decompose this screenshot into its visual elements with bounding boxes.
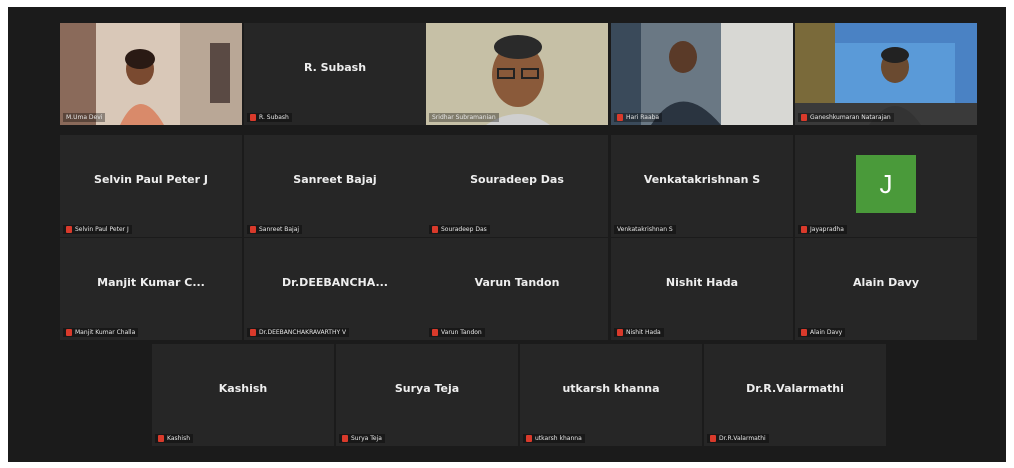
participant-label-text: Dr.R.Valarmathi	[719, 435, 766, 442]
muted-mic-icon	[158, 435, 164, 442]
participant-name-label: Manjit Kumar Challa	[63, 328, 139, 337]
participant-label-text: Ganeshkumaran Natarajan	[810, 114, 891, 121]
participant-tile[interactable]: Kashish Kashish	[152, 344, 334, 446]
participant-display-name: Varun Tandon	[474, 276, 560, 289]
gallery-view: M.Uma Devi R. Subash R. Subash Sridhar Subr…	[8, 7, 1006, 462]
participant-tile[interactable]: Alain Davy Alain Davy	[795, 238, 977, 340]
participant-display-name: Kashish	[218, 382, 268, 395]
participant-tile[interactable]: Ganeshkumaran Natarajan	[795, 23, 977, 125]
muted-mic-icon	[432, 329, 438, 336]
participant-label-text: Sanreet Bajaj	[259, 226, 300, 233]
participant-label-text: Manjit Kumar Challa	[75, 329, 136, 336]
muted-mic-icon	[250, 329, 256, 336]
participant-tile[interactable]: Souradeep Das Souradeep Das	[426, 135, 608, 237]
participant-label-text: Surya Teja	[351, 435, 382, 442]
muted-mic-icon	[801, 329, 807, 336]
participant-name-label: Ganeshkumaran Natarajan	[798, 113, 894, 122]
participant-label-text: Dr.DEEBANCHAKRAVARTHY V	[259, 329, 347, 336]
participant-display-name: Selvin Paul Peter J	[94, 173, 208, 186]
participant-name-label: M.Uma Devi	[63, 113, 106, 122]
video-feed	[426, 23, 608, 125]
participant-name-label: Selvin Paul Peter J	[63, 225, 132, 234]
participant-name-label: Dr.DEEBANCHAKRAVARTHY V	[247, 328, 350, 337]
participant-label-text: Venkatakrishnan S	[617, 226, 673, 233]
muted-mic-icon	[250, 226, 256, 233]
participant-tile[interactable]: R. Subash R. Subash	[244, 23, 426, 125]
participant-label-text: Hari Raaba	[626, 114, 660, 121]
muted-mic-icon	[66, 226, 72, 233]
participant-tile[interactable]: Sridhar Subramanian	[426, 23, 608, 125]
muted-mic-icon	[801, 114, 807, 121]
participant-display-name: Surya Teja	[394, 382, 460, 395]
participant-tile[interactable]: M.Uma Devi	[60, 23, 242, 125]
participant-tile[interactable]: Dr.DEEBANCHA... Dr.DEEBANCHAKRAVARTHY V	[244, 238, 426, 340]
participant-name-label: Nishit Hada	[614, 328, 664, 337]
muted-mic-icon	[250, 114, 256, 121]
participant-display-name: utkarsh khanna	[562, 382, 660, 395]
participant-tile[interactable]: Surya Teja Surya Teja	[336, 344, 518, 446]
participant-tile[interactable]: Manjit Kumar C... Manjit Kumar Challa	[60, 238, 242, 340]
participant-label-text: Nishit Hada	[626, 329, 661, 336]
participant-label-text: Varun Tandon	[441, 329, 482, 336]
muted-mic-icon	[432, 226, 438, 233]
participant-display-name: R. Subash	[303, 61, 367, 74]
muted-mic-icon	[801, 226, 807, 233]
participant-display-name: Nishit Hada	[665, 276, 739, 289]
participant-tile[interactable]: Venkatakrishnan S Venkatakrishnan S	[611, 135, 793, 237]
participant-name-label: R. Subash	[247, 113, 292, 122]
participant-label-text: Alain Davy	[810, 329, 843, 336]
participant-label-text: Jayapradha	[810, 226, 844, 233]
participant-label-text: utkarsh khanna	[535, 435, 582, 442]
participant-name-label: Venkatakrishnan S	[614, 225, 676, 234]
participant-label-text: M.Uma Devi	[66, 114, 103, 121]
participant-name-label: utkarsh khanna	[523, 434, 585, 443]
participant-tile[interactable]: Dr.R.Valarmathi Dr.R.Valarmathi	[704, 344, 886, 446]
muted-mic-icon	[617, 114, 623, 121]
video-feed	[60, 23, 242, 125]
participant-label-text: Sridhar Subramanian	[432, 114, 496, 121]
participant-label-text: Souradeep Das	[441, 226, 487, 233]
participant-label-text: R. Subash	[259, 114, 289, 121]
muted-mic-icon	[526, 435, 532, 442]
participant-name-label: Kashish	[155, 434, 194, 443]
participant-name-label: Hari Raaba	[614, 113, 663, 122]
participant-display-name: Sanreet Bajaj	[293, 173, 377, 186]
participant-tile[interactable]: J Jayapradha	[795, 135, 977, 237]
participant-label-text: Selvin Paul Peter J	[75, 226, 129, 233]
participant-name-label: Surya Teja	[339, 434, 385, 443]
muted-mic-icon	[710, 435, 716, 442]
participant-tile[interactable]: Selvin Paul Peter J Selvin Paul Peter J	[60, 135, 242, 237]
participant-name-label: Dr.R.Valarmathi	[707, 434, 769, 443]
participant-name-label: Souradeep Das	[429, 225, 490, 234]
participant-name-label: Sridhar Subramanian	[429, 113, 499, 122]
participant-display-name: Venkatakrishnan S	[643, 173, 761, 186]
participant-display-name: Manjit Kumar C...	[97, 276, 205, 289]
participant-tile[interactable]: Hari Raaba	[611, 23, 793, 125]
participant-tile[interactable]: Varun Tandon Varun Tandon	[426, 238, 608, 340]
participant-display-name: Dr.R.Valarmathi	[746, 382, 844, 395]
participant-display-name: Souradeep Das	[470, 173, 564, 186]
participant-name-label: Alain Davy	[798, 328, 846, 337]
muted-mic-icon	[342, 435, 348, 442]
muted-mic-icon	[66, 329, 72, 336]
participant-name-label: Varun Tandon	[429, 328, 485, 337]
participant-display-name: Alain Davy	[852, 276, 920, 289]
participant-name-label: Sanreet Bajaj	[247, 225, 303, 234]
video-feed	[795, 23, 977, 125]
muted-mic-icon	[617, 329, 623, 336]
participant-name-label: Jayapradha	[798, 225, 847, 234]
participant-tile[interactable]: Sanreet Bajaj Sanreet Bajaj	[244, 135, 426, 237]
participant-tile[interactable]: Nishit Hada Nishit Hada	[611, 238, 793, 340]
avatar: J	[856, 155, 916, 213]
video-feed	[611, 23, 793, 125]
participant-display-name: Dr.DEEBANCHA...	[282, 276, 388, 289]
participant-tile[interactable]: utkarsh khanna utkarsh khanna	[520, 344, 702, 446]
participant-label-text: Kashish	[167, 435, 191, 442]
